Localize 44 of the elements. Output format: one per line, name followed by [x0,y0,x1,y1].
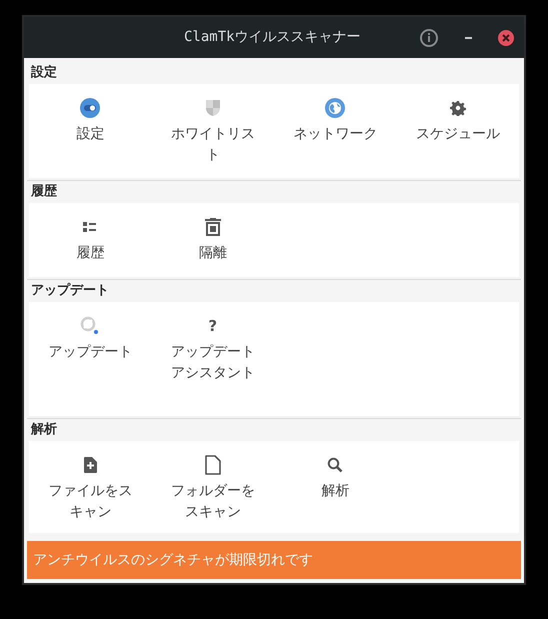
info-button[interactable] [420,28,438,46]
tool-button[interactable]: 設定 [29,84,152,145]
close-icon [502,34,510,42]
tool-button[interactable]: アップデート [29,302,152,363]
globe-icon [325,98,346,118]
gear-icon [450,100,466,116]
shield-icon [204,99,221,117]
tool-label: 設定 [75,125,106,144]
tool-label: 解析 [320,482,350,501]
tool-label: ホワイトリスト [170,125,256,165]
tool-button[interactable]: ? アップデートアシスタント [152,302,274,384]
close-button[interactable] [498,30,514,46]
section-header: 履歴 [30,183,58,202]
tool-button[interactable]: 履歴 [29,203,152,264]
search-icon [327,457,344,473]
trash-icon [204,218,221,236]
window-title: ClamTkウイルススキャナー [184,28,361,47]
tool-label: 隔離 [198,244,228,263]
list-icon [83,221,98,233]
status-bar: アンチウイルスのシグネチャが期限切れです [27,541,521,579]
tool-button[interactable]: ファイルをスキャン [29,441,152,523]
section-header: アップデート [30,282,110,300]
minimize-icon [464,36,472,38]
tool-button[interactable]: ホワイトリスト [152,84,274,166]
tool-label: スケジュール [414,125,501,144]
tool-label: フォルダーをスキャン [170,482,256,522]
tool-label: ファイルをスキャン [47,482,134,522]
file-plus-icon [84,457,97,473]
tool-button[interactable]: フォルダーをスキャン [152,441,274,523]
tool-button[interactable]: ネットワーク [274,84,396,145]
toggle-icon [80,98,100,118]
tool-label: 履歴 [75,244,106,263]
tool-button[interactable]: 隔離 [152,203,274,264]
question-icon: ? [208,318,218,334]
tool-label: ネットワーク [292,125,378,144]
refresh-icon [80,316,100,336]
tool-label: アップデートアシスタント [170,343,256,383]
tool-button[interactable]: スケジュール [396,84,519,145]
section-header: 設定 [30,64,58,82]
section-header: 解析 [30,421,58,440]
info-icon [427,33,431,42]
tool-button[interactable]: 解析 [274,441,396,502]
tool-label: アップデート [47,343,134,362]
document-icon [204,455,221,475]
